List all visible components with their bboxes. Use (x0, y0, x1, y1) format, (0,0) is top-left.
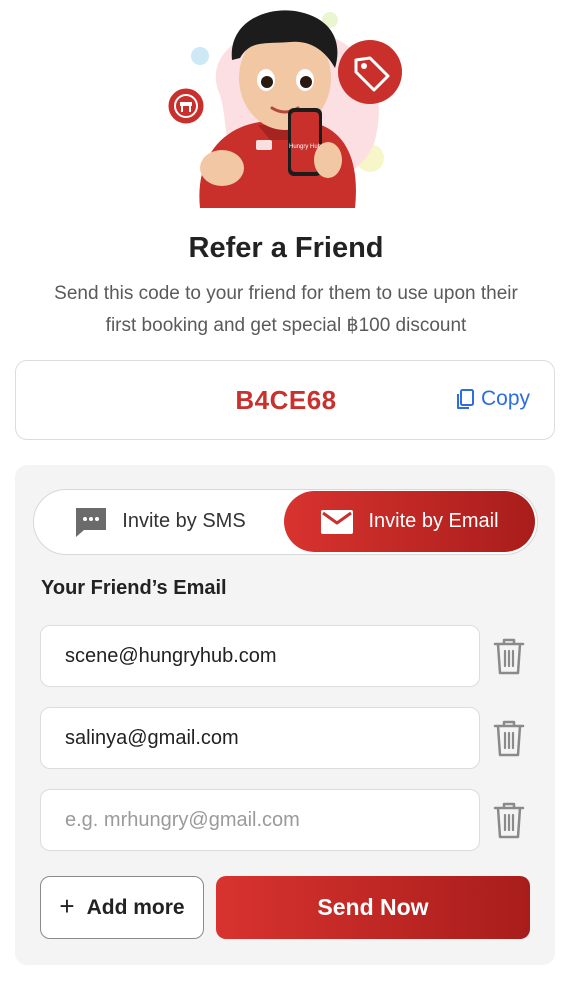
referral-code-card: B4CE68 Copy (15, 360, 555, 440)
send-now-label: Send Now (317, 894, 429, 920)
tab-invite-email[interactable]: Invite by Email (284, 491, 535, 552)
email-input-2[interactable] (41, 708, 479, 768)
delete-email-1-icon[interactable] (492, 636, 526, 676)
subtitle-line-2: first booking and get special ฿100 disco… (105, 315, 467, 336)
delete-email-3-icon[interactable] (492, 800, 526, 840)
tab-email-label: Invite by Email (368, 510, 499, 532)
tab-invite-sms[interactable]: Invite by SMS (36, 491, 284, 552)
add-more-label: Add more (86, 895, 185, 919)
page-title: Refer a Friend (188, 232, 384, 264)
email-input-3[interactable] (41, 790, 479, 850)
copy-icon (456, 389, 474, 409)
referral-mascot-illustration: Hungry Hub (165, 10, 402, 208)
tab-sms-label: Invite by SMS (122, 510, 246, 532)
page-subtitle: Send this code to your friend for them t… (10, 278, 562, 342)
email-field-3 (40, 789, 480, 851)
mail-icon (321, 509, 354, 534)
send-now-button[interactable]: Send Now (216, 876, 530, 939)
friend-email-label: Your Friend’s Email (41, 577, 227, 599)
subtitle-line-1: Send this code to your friend for them t… (54, 283, 518, 304)
delete-email-2-icon[interactable] (492, 718, 526, 758)
phone-logo-text: Hungry Hub (289, 144, 322, 150)
email-field-2 (40, 707, 480, 769)
copy-label: Copy (480, 387, 530, 410)
chat-icon (76, 507, 107, 537)
copy-code-button[interactable]: Copy (455, 387, 530, 411)
plus-icon: + (59, 891, 75, 921)
invite-method-tabs: Invite by SMS Invite by Email (33, 489, 538, 555)
email-input-1[interactable] (41, 626, 479, 686)
invite-panel: Invite by SMS Invite by Email Your Frien… (15, 465, 555, 965)
email-field-1 (40, 625, 480, 687)
add-more-button[interactable]: + Add more (40, 876, 204, 939)
